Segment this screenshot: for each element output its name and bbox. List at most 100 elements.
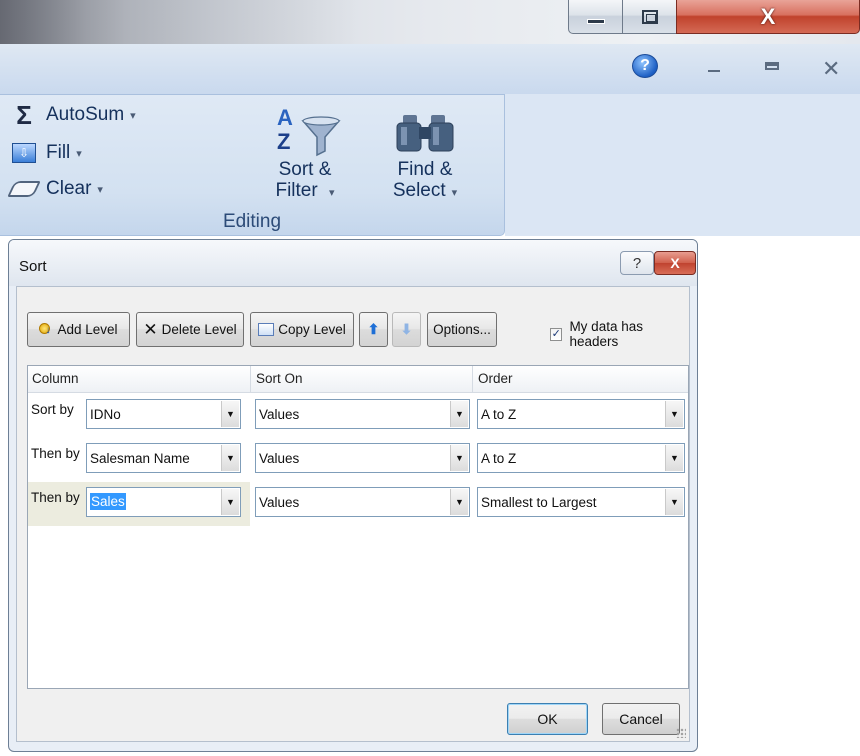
- workbook-restore-button[interactable]: [765, 62, 779, 70]
- chevron-down-icon[interactable]: ▼: [665, 401, 683, 427]
- sort-levels-grid: Column Sort On Order Sort by IDNo ▼ Valu…: [27, 365, 689, 689]
- sort-filter-button[interactable]: A Z Sort & Filter ▾: [250, 101, 360, 209]
- ribbon-tab-strip: ? ✕: [0, 44, 860, 95]
- find-select-button[interactable]: Find & Select ▾: [370, 101, 480, 209]
- window-titlebar: X: [0, 0, 860, 44]
- chevron-down-icon[interactable]: ▼: [665, 445, 683, 471]
- find-select-label-2: Select: [392, 180, 446, 201]
- sort-on-header: Sort On: [256, 371, 303, 386]
- chevron-down-icon[interactable]: ▼: [221, 445, 239, 471]
- column-select[interactable]: Salesman Name ▼: [86, 443, 241, 473]
- chevron-down-icon: ▾: [76, 147, 82, 160]
- dialog-help-button[interactable]: ?: [620, 251, 654, 275]
- chevron-down-icon[interactable]: ▼: [221, 489, 239, 515]
- chevron-down-icon[interactable]: ▼: [450, 445, 468, 471]
- autosum-label: AutoSum: [46, 104, 125, 125]
- close-icon: X: [760, 3, 776, 29]
- column-select-value: Salesman Name: [90, 451, 190, 466]
- chevron-down-icon: ▾: [130, 109, 136, 122]
- sort-on-select-value: Values: [259, 495, 300, 510]
- sort-dialog: Sort ? X Add Level ✕ Delete Level Copy L…: [8, 239, 698, 752]
- row-label: Then by: [31, 446, 80, 461]
- dialog-title: Sort: [19, 258, 47, 275]
- cancel-button[interactable]: Cancel: [602, 703, 680, 735]
- column-select[interactable]: IDNo ▼: [86, 399, 241, 429]
- resize-grip[interactable]: [676, 728, 686, 738]
- column-select-value: Sales: [90, 493, 126, 510]
- sort-on-select[interactable]: Values ▼: [255, 487, 470, 517]
- delete-level-label: Delete Level: [161, 322, 237, 337]
- dialog-body: Add Level ✕ Delete Level Copy Level ⬆ ⬇ …: [16, 286, 690, 742]
- titlebar-shade: [0, 0, 360, 44]
- chevron-down-icon[interactable]: ▼: [450, 489, 468, 515]
- column-select[interactable]: Sales ▼: [86, 487, 241, 517]
- arrow-down-icon: ⬇: [400, 321, 413, 337]
- ok-button[interactable]: OK: [507, 703, 588, 735]
- clear-label: Clear: [46, 178, 92, 199]
- checkbox-checked-icon[interactable]: ✓: [550, 327, 563, 341]
- sort-filter-label-1: Sort &: [278, 159, 332, 180]
- workbook-minimize-button[interactable]: [708, 70, 720, 72]
- order-select[interactable]: A to Z ▼: [477, 443, 685, 473]
- order-select-value: Smallest to Largest: [481, 495, 597, 510]
- sort-level-row[interactable]: Then by Salesman Name ▼ Values ▼ A to Z …: [28, 438, 688, 482]
- find-select-label-1: Find &: [397, 159, 453, 180]
- chevron-down-icon[interactable]: ▼: [450, 401, 468, 427]
- add-level-button[interactable]: Add Level: [27, 312, 130, 347]
- window-maximize-button[interactable]: [622, 0, 677, 34]
- workbook-close-button[interactable]: ✕: [822, 56, 840, 82]
- order-header: Order: [478, 371, 513, 386]
- header-separator: [250, 366, 251, 392]
- editing-group: Σ AutoSum ▾ ⇩ Fill ▾ Clear ▾ A Z Sort & …: [0, 94, 505, 236]
- sort-on-select[interactable]: Values ▼: [255, 399, 470, 429]
- column-select-value: IDNo: [90, 407, 121, 422]
- delete-icon: ✕: [143, 319, 158, 339]
- dialog-titlebar: Sort ? X: [9, 240, 697, 286]
- sort-on-select[interactable]: Values ▼: [255, 443, 470, 473]
- delete-level-button[interactable]: ✕ Delete Level: [136, 312, 244, 347]
- sort-level-row-selected[interactable]: Then by Sales ▼ Values ▼ Smallest to Lar…: [28, 482, 688, 526]
- order-select[interactable]: A to Z ▼: [477, 399, 685, 429]
- order-select-value: A to Z: [481, 451, 517, 466]
- editing-group-label: Editing: [222, 211, 282, 232]
- chevron-down-icon[interactable]: ▼: [221, 401, 239, 427]
- copy-level-label: Copy Level: [278, 322, 346, 337]
- headers-checkbox-label: My data has headers: [569, 319, 643, 349]
- sigma-icon: Σ: [16, 99, 32, 130]
- clear-button[interactable]: Clear ▾: [7, 173, 103, 205]
- chevron-down-icon: ▾: [328, 187, 335, 199]
- dialog-close-button[interactable]: X: [654, 251, 696, 275]
- row-label: Then by: [31, 490, 80, 505]
- restore-icon: [641, 9, 658, 24]
- window-close-button[interactable]: X: [676, 0, 860, 34]
- minimize-icon: [586, 19, 605, 24]
- header-separator: [472, 366, 473, 392]
- help-icon[interactable]: ?: [632, 54, 658, 78]
- autosum-button[interactable]: Σ AutoSum ▾: [10, 99, 136, 131]
- move-up-button[interactable]: ⬆: [359, 312, 388, 347]
- row-label: Sort by: [31, 402, 74, 417]
- move-down-button[interactable]: ⬇: [392, 312, 421, 347]
- sort-level-row[interactable]: Sort by IDNo ▼ Values ▼ A to Z ▼: [28, 394, 688, 438]
- add-level-icon: [39, 322, 53, 337]
- fill-button[interactable]: ⇩ Fill ▾: [10, 137, 82, 169]
- order-select-value: A to Z: [481, 407, 517, 422]
- order-select[interactable]: Smallest to Largest ▼: [477, 487, 685, 517]
- headers-checkbox[interactable]: ✓ My data has headers: [550, 319, 689, 349]
- ribbon-empty-area: [505, 94, 860, 236]
- arrow-up-icon: ⬆: [367, 321, 380, 337]
- chevron-down-icon: ▾: [97, 183, 103, 196]
- options-button[interactable]: Options...: [427, 312, 497, 347]
- window-minimize-button[interactable]: [568, 0, 623, 34]
- eraser-icon: [7, 181, 41, 197]
- add-level-label: Add Level: [57, 322, 118, 337]
- binoculars-icon: [370, 101, 480, 159]
- fill-down-icon: ⇩: [12, 143, 36, 163]
- chevron-down-icon[interactable]: ▼: [665, 489, 683, 515]
- column-header: Column: [32, 371, 79, 386]
- copy-level-button[interactable]: Copy Level: [250, 312, 354, 347]
- sort-on-select-value: Values: [259, 407, 300, 422]
- grid-header: Column Sort On Order: [28, 366, 688, 393]
- sort-filter-label-2: Filter: [275, 180, 318, 201]
- svg-text:A: A: [277, 105, 293, 130]
